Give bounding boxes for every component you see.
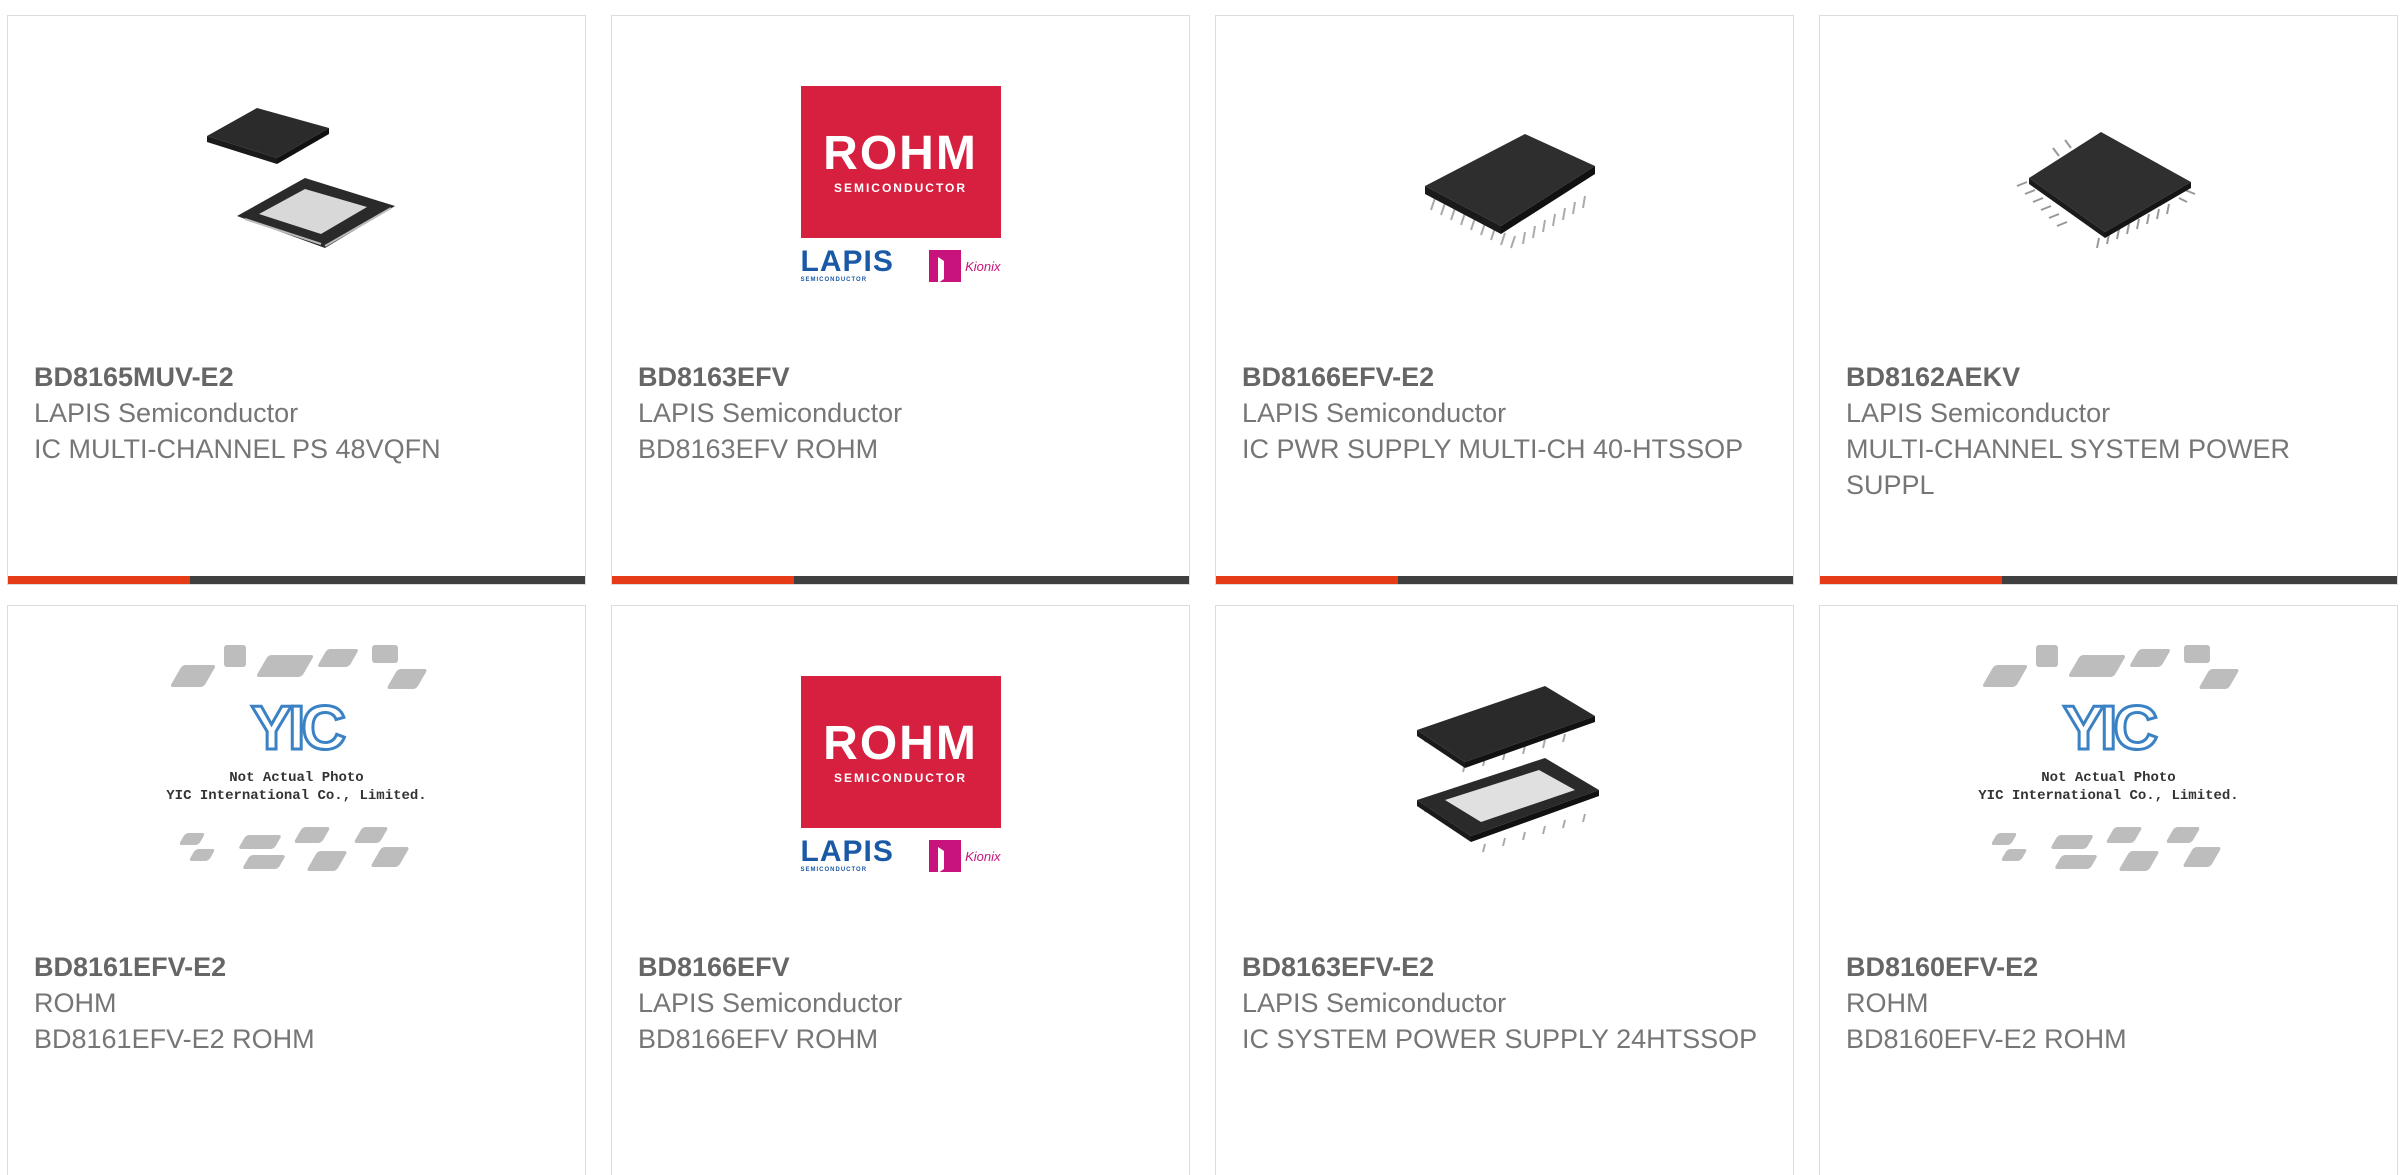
yic-logo-icon: YIC: [249, 692, 347, 764]
product-image[interactable]: [2009, 86, 2209, 286]
part-number[interactable]: BD8163EFV-E2: [1242, 949, 1767, 985]
tssop-chip-icon: [1416, 686, 1599, 853]
description: MULTI-CHANNEL SYSTEM POWER SUPPL: [1846, 434, 2291, 500]
manufacturer: LAPIS Semiconductor: [1242, 398, 1507, 428]
rohm-logo-word: ROHM: [823, 717, 978, 770]
yic-note-line2: YIC International Co., Limited.: [1978, 788, 2239, 804]
manufacturer: LAPIS Semiconductor: [1242, 988, 1507, 1018]
card-accent: [1216, 576, 1398, 584]
description: BD8160EFV-E2 ROHM: [1846, 1024, 2127, 1054]
manufacturer: LAPIS Semiconductor: [1846, 398, 2111, 428]
manufacturer: LAPIS Semiconductor: [34, 398, 299, 428]
kionix-word: Kionix: [965, 258, 1001, 274]
rohm-logo-sub: SEMICONDUCTOR: [833, 771, 968, 785]
product-info: BD8162AEKV LAPIS Semiconductor MULTI-CHA…: [1846, 359, 2371, 503]
yic-note-line2: YIC International Co., Limited.: [166, 788, 427, 804]
yic-placeholder: YIC Not Actual Photo YIC International C…: [162, 641, 432, 881]
product-image[interactable]: [1405, 86, 1605, 286]
part-number[interactable]: BD8161EFV-E2: [34, 949, 559, 985]
product-card[interactable]: YIC Not Actual Photo YIC International C…: [7, 605, 586, 1175]
product-image[interactable]: YIC Not Actual Photo YIC International C…: [1974, 636, 2244, 886]
description: IC SYSTEM POWER SUPPLY 24HTSSOP: [1242, 1024, 1758, 1054]
part-number[interactable]: BD8162AEKV: [1846, 359, 2371, 395]
yic-note-line1: Not Actual Photo: [229, 770, 364, 786]
product-card[interactable]: BD8162AEKV LAPIS Semiconductor MULTI-CHA…: [1819, 15, 2398, 585]
kionix-logo: Kionix: [929, 840, 1001, 873]
product-info: BD8165MUV-E2 LAPIS Semiconductor IC MULT…: [34, 359, 559, 467]
product-card[interactable]: BD8165MUV-E2 LAPIS Semiconductor IC MULT…: [7, 15, 586, 585]
part-number[interactable]: BD8165MUV-E2: [34, 359, 559, 395]
yic-note: Not Actual Photo YIC International Co., …: [1974, 769, 2244, 805]
product-card[interactable]: ROHM SEMICONDUCTOR LAPIS SEMICONDUCTOR K…: [611, 605, 1190, 1175]
card-bottom-bar: [1216, 576, 1793, 584]
yic-note: Not Actual Photo YIC International Co., …: [162, 769, 432, 805]
description: IC MULTI-CHANNEL PS 48VQFN: [34, 434, 441, 464]
description: BD8163EFV ROHM: [638, 434, 879, 464]
lapis-logo: LAPIS SEMICONDUCTOR: [800, 835, 894, 874]
kionix-icon: [929, 840, 962, 873]
product-info: BD8163EFV-E2 LAPIS Semiconductor IC SYST…: [1242, 949, 1767, 1057]
kionix-logo: Kionix: [929, 250, 1001, 283]
part-number[interactable]: BD8166EFV: [638, 949, 1163, 985]
rohm-logo: ROHM SEMICONDUCTOR LAPIS SEMICONDUCTOR K…: [800, 86, 1001, 286]
product-info: BD8161EFV-E2 ROHM BD8161EFV-E2 ROHM: [34, 949, 559, 1057]
description: BD8161EFV-E2 ROHM: [34, 1024, 315, 1054]
product-image[interactable]: [197, 86, 397, 286]
product-grid: BD8165MUV-E2 LAPIS Semiconductor IC MULT…: [0, 0, 2400, 1175]
kionix-word: Kionix: [965, 848, 1001, 864]
description: IC PWR SUPPLY MULTI-CH 40-HTSSOP: [1242, 434, 1744, 464]
product-image[interactable]: [1405, 676, 1605, 876]
manufacturer: ROHM: [34, 988, 117, 1018]
product-card[interactable]: ROHM SEMICONDUCTOR LAPIS SEMICONDUCTOR K…: [611, 15, 1190, 585]
product-info: BD8160EFV-E2 ROHM BD8160EFV-E2 ROHM: [1846, 949, 2371, 1057]
yic-logo-icon: YIC: [2061, 692, 2159, 764]
qfp-chip-icon: [2016, 132, 2195, 249]
lapis-word: LAPIS: [800, 835, 894, 868]
rohm-logo-word: ROHM: [823, 127, 978, 180]
product-info: BD8166EFV LAPIS Semiconductor BD8166EFV …: [638, 949, 1163, 1057]
product-image[interactable]: YIC Not Actual Photo YIC International C…: [162, 636, 432, 886]
card-accent: [612, 576, 794, 584]
kionix-icon: [929, 250, 962, 283]
rohm-logo-sub: SEMICONDUCTOR: [833, 181, 968, 195]
product-image[interactable]: ROHM SEMICONDUCTOR LAPIS SEMICONDUCTOR K…: [800, 676, 1001, 876]
product-info: BD8163EFV LAPIS Semiconductor BD8163EFV …: [638, 359, 1163, 467]
yic-placeholder: YIC Not Actual Photo YIC International C…: [1974, 641, 2244, 881]
card-accent: [8, 576, 190, 584]
part-number[interactable]: BD8166EFV-E2: [1242, 359, 1767, 395]
card-bottom-bar: [8, 576, 585, 584]
part-number[interactable]: BD8160EFV-E2: [1846, 949, 2371, 985]
product-card[interactable]: YIC Not Actual Photo YIC International C…: [1819, 605, 2398, 1175]
card-bottom-bar: [1820, 576, 2397, 584]
qfn-chip-icon: [206, 108, 395, 248]
htssop-chip-icon: [1424, 134, 1595, 249]
product-card[interactable]: BD8163EFV-E2 LAPIS Semiconductor IC SYST…: [1215, 605, 1794, 1175]
product-image[interactable]: ROHM SEMICONDUCTOR LAPIS SEMICONDUCTOR K…: [800, 86, 1001, 286]
yic-note-line1: Not Actual Photo: [2041, 770, 2176, 786]
part-number[interactable]: BD8163EFV: [638, 359, 1163, 395]
card-bottom-bar: [612, 576, 1189, 584]
manufacturer: ROHM: [1846, 988, 1929, 1018]
lapis-word: LAPIS: [800, 245, 894, 278]
card-accent: [1820, 576, 2002, 584]
lapis-logo: LAPIS SEMICONDUCTOR: [800, 245, 894, 284]
product-card[interactable]: BD8166EFV-E2 LAPIS Semiconductor IC PWR …: [1215, 15, 1794, 585]
manufacturer: LAPIS Semiconductor: [638, 988, 903, 1018]
manufacturer: LAPIS Semiconductor: [638, 398, 903, 428]
description: BD8166EFV ROHM: [638, 1024, 879, 1054]
rohm-logo: ROHM SEMICONDUCTOR LAPIS SEMICONDUCTOR K…: [800, 676, 1001, 876]
product-info: BD8166EFV-E2 LAPIS Semiconductor IC PWR …: [1242, 359, 1767, 467]
